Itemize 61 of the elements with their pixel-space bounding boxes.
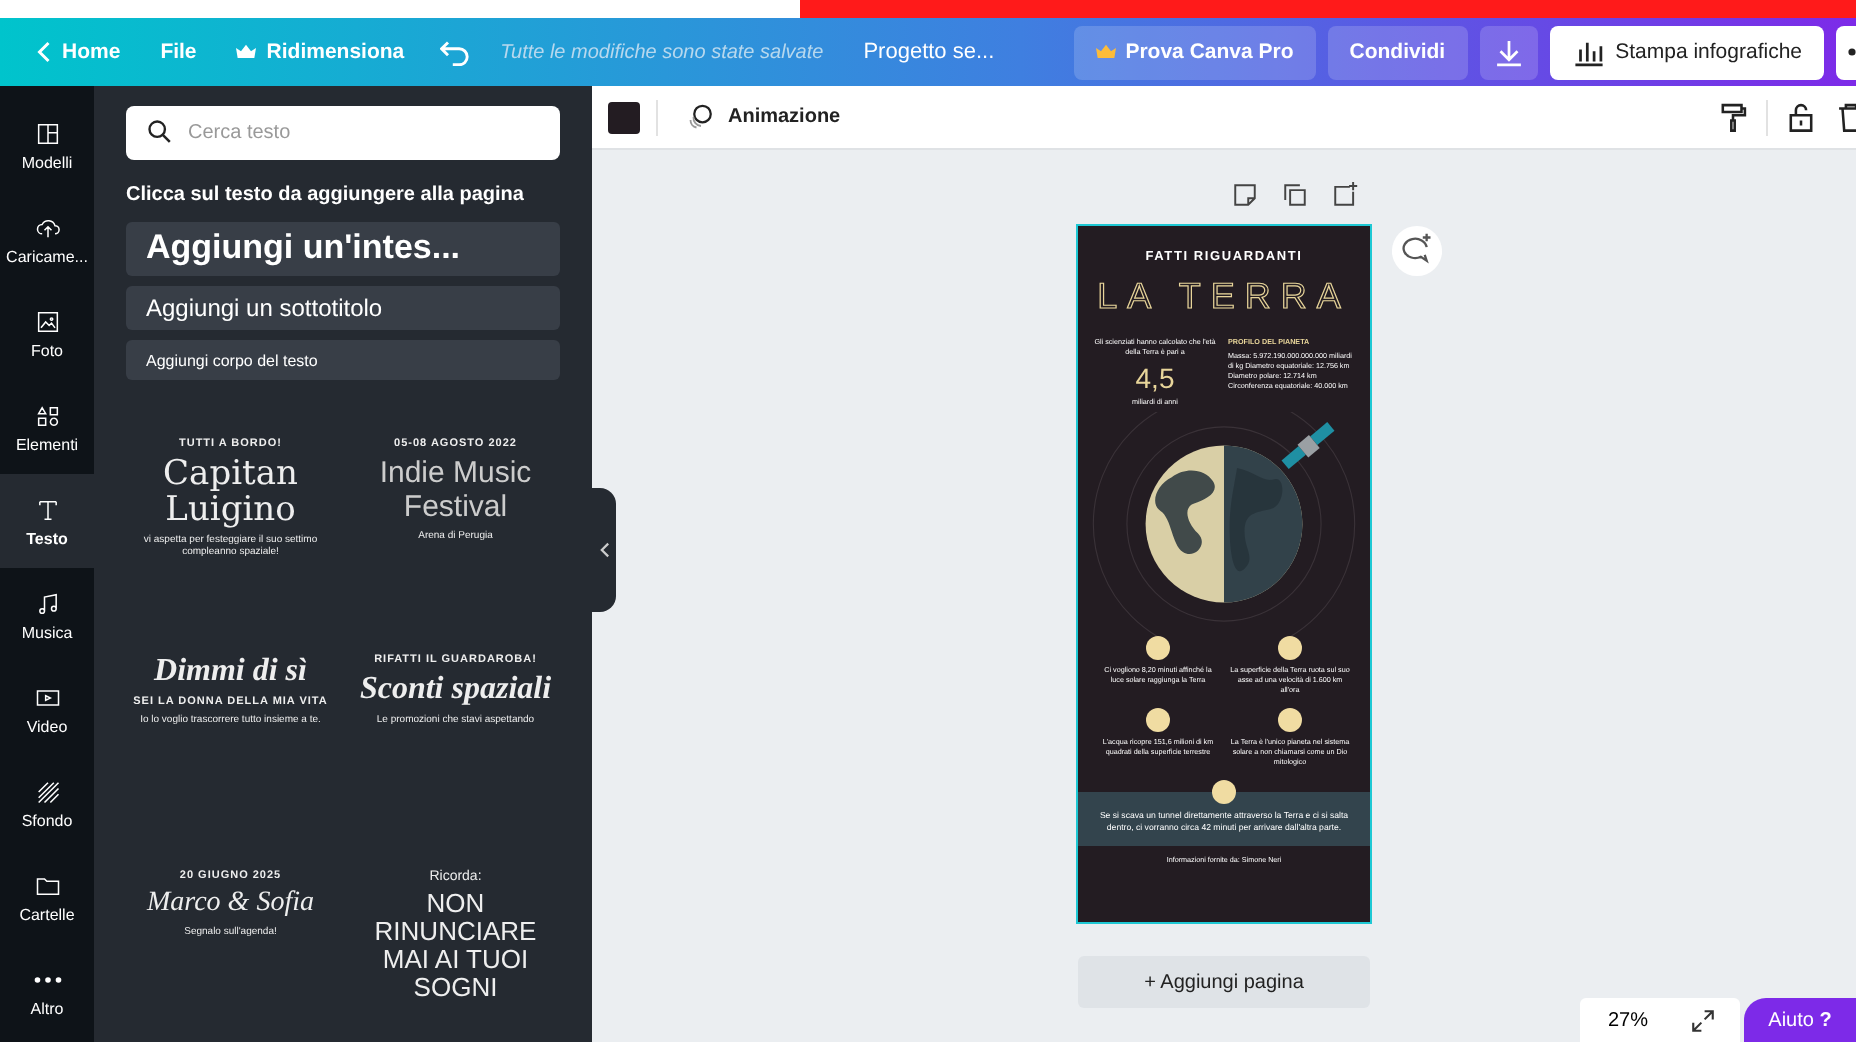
fact-dot <box>1278 636 1302 660</box>
fact-dot <box>1146 636 1170 660</box>
print-button[interactable]: Stampa infografiche <box>1549 25 1824 79</box>
sidebar-tab[interactable]: Sfondo <box>0 756 94 850</box>
image-icon <box>33 307 61 335</box>
project-title[interactable]: Progetto se... <box>863 40 995 64</box>
undo-icon[interactable] <box>440 38 473 66</box>
shapes-icon <box>33 401 61 429</box>
add-page-icon[interactable] <box>1331 182 1357 208</box>
search-field[interactable]: Cerca testo <box>126 106 560 160</box>
sidebar-tab[interactable]: Testo <box>0 474 94 568</box>
fact-dot <box>1278 708 1302 732</box>
lock-icon[interactable] <box>1784 100 1818 134</box>
template-text[interactable]: Marco & Sofia <box>147 888 314 920</box>
layout-icon <box>33 119 61 147</box>
color-swatch[interactable] <box>608 101 640 133</box>
infographic-title: LA TERRA <box>1097 276 1351 318</box>
paint-roller-icon[interactable] <box>1716 100 1750 134</box>
letter-t-icon <box>33 495 61 523</box>
sidebar-tab[interactable]: Altro <box>0 944 94 1038</box>
back-icon <box>36 40 52 64</box>
infographic-page[interactable] <box>1076 224 1372 924</box>
animation-icon <box>686 102 716 132</box>
collapse-handle[interactable] <box>592 488 616 612</box>
add-page-button[interactable]: + Aggiungi pagina <box>1078 956 1370 1008</box>
crown-icon <box>1095 43 1116 61</box>
add-comment-icon[interactable] <box>1390 224 1444 278</box>
crown-icon <box>236 43 257 61</box>
sidebar-tab[interactable]: Caricame... <box>0 192 94 286</box>
heading-preset[interactable]: Aggiungi un'intes... <box>126 222 560 276</box>
download-button[interactable] <box>1479 25 1538 79</box>
save-status: Tutte le modifiche sono state salvate <box>500 41 824 63</box>
template-text[interactable]: Capitan Luigino <box>140 456 321 528</box>
sidebar-tab[interactable]: Foto <box>0 286 94 380</box>
sidebar-tab[interactable]: Musica <box>0 568 94 662</box>
fact-dot <box>1212 780 1236 804</box>
download-icon <box>1491 35 1526 69</box>
help-button[interactable]: Aiuto ? <box>1744 998 1856 1042</box>
template-text[interactable]: NON RINUNCIARE MAI AI TUOI SOGNI <box>355 890 556 1002</box>
body-preset[interactable]: Aggiungi corpo del testo <box>126 340 560 380</box>
duplicate-icon[interactable] <box>1281 182 1307 208</box>
hatch-icon <box>33 777 61 805</box>
expand-icon[interactable] <box>1690 1008 1716 1034</box>
age-value: 4,5 <box>1135 362 1175 394</box>
sidebar-tab[interactable]: Modelli <box>0 98 94 192</box>
zoom-level[interactable]: 27% <box>1580 998 1740 1042</box>
template-text[interactable]: Dimmi di sì <box>154 654 307 690</box>
panel-hint: Clicca sul testo da aggiungere alla pagina <box>126 182 524 208</box>
share-button[interactable]: Condividi <box>1327 25 1468 79</box>
more-icon <box>33 975 61 983</box>
fact-dot <box>1146 708 1170 732</box>
subheading-preset[interactable]: Aggiungi un sottotitolo <box>126 285 560 331</box>
template-text[interactable]: Indie Music Festival <box>355 456 556 524</box>
music-note-icon <box>33 589 61 617</box>
animation-button[interactable]: Animazione <box>674 100 853 134</box>
sidebar-tab[interactable]: Video <box>0 662 94 756</box>
template-text[interactable]: Sconti spaziali <box>359 672 552 708</box>
note-icon[interactable] <box>1231 182 1257 208</box>
search-icon <box>146 118 174 146</box>
sidebar-tab[interactable]: Cartelle <box>0 850 94 944</box>
sidebar-tab[interactable]: Elementi <box>0 380 94 474</box>
